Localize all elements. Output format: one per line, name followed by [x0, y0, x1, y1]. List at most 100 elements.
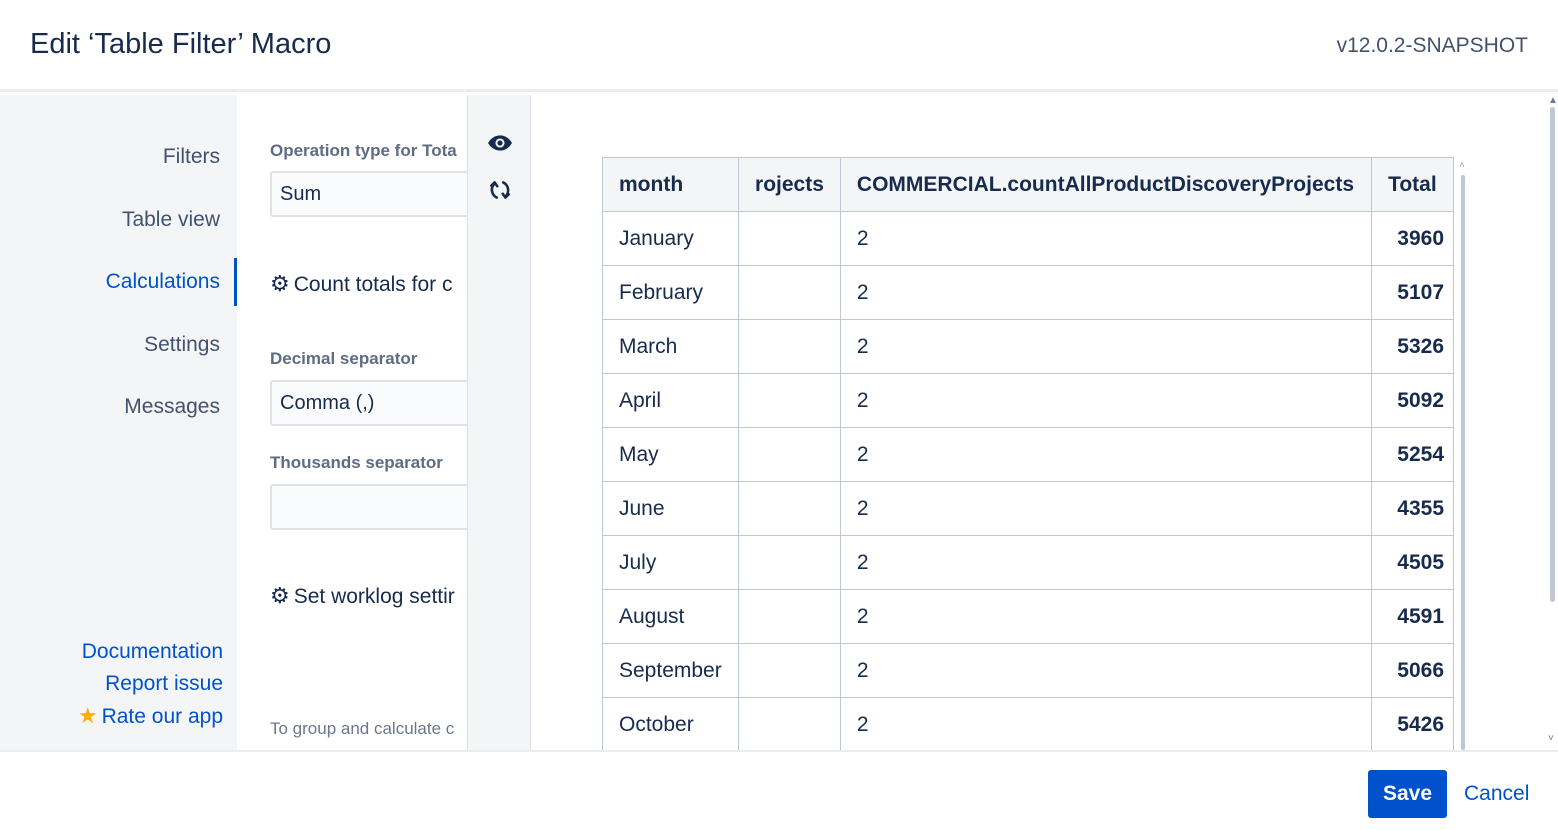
commercial-cell: 2 — [839, 373, 1373, 428]
total-cell: 4355 — [1371, 481, 1454, 536]
sidebar-item-messages[interactable]: Messages — [124, 395, 220, 419]
column-header-month[interactable]: month — [602, 157, 740, 212]
eye-icon[interactable] — [487, 130, 513, 156]
commercial-cell: 2 — [839, 589, 1373, 644]
projects-cell — [738, 697, 841, 750]
total-cell: 5066 — [1371, 643, 1454, 698]
month-cell: September — [602, 643, 740, 698]
month-cell: March — [602, 319, 740, 374]
commercial-cell: 2 — [839, 481, 1373, 536]
commercial-cell: 2 — [839, 643, 1373, 698]
active-nav-indicator — [234, 258, 237, 306]
calculations-settings-panel: Operation type for Tota Sum ⚙ Count total… — [240, 95, 467, 750]
table-preview: month rojects COMMERCIAL.countAllProduct… — [531, 95, 1558, 750]
table-row: September 2 5066 — [602, 643, 1454, 698]
commercial-cell: 2 — [839, 535, 1373, 590]
count-totals-settings[interactable]: ⚙ Count totals for c — [270, 271, 452, 297]
total-cell: 5426 — [1371, 697, 1454, 750]
commercial-cell: 2 — [839, 265, 1373, 320]
gear-icon: ⚙ — [270, 271, 290, 296]
sidebar-item-filters[interactable]: Filters — [163, 145, 220, 169]
projects-cell — [738, 265, 841, 320]
projects-cell — [738, 211, 841, 266]
preview-table: month rojects COMMERCIAL.countAllProduct… — [602, 157, 1454, 750]
sidebar-item-settings[interactable]: Settings — [144, 333, 220, 357]
projects-cell — [738, 535, 841, 590]
projects-cell — [738, 319, 841, 374]
table-scrollbar[interactable]: ˄ — [1459, 160, 1467, 752]
sidebar-item-table-view[interactable]: Table view — [122, 208, 220, 232]
dialog-scrollbar-thumb[interactable] — [1550, 107, 1555, 602]
table-row: August 2 4591 — [602, 589, 1454, 644]
month-cell: August — [602, 589, 740, 644]
total-cell: 4591 — [1371, 589, 1454, 644]
refresh-icon[interactable] — [487, 177, 513, 203]
table-header-row: month rojects COMMERCIAL.countAllProduct… — [602, 157, 1454, 212]
column-header-total[interactable]: Total — [1371, 157, 1454, 212]
month-cell: May — [602, 427, 740, 482]
month-cell: February — [602, 265, 740, 320]
table-row: March 2 5326 — [602, 319, 1454, 374]
month-cell: April — [602, 373, 740, 428]
rate-app-label: Rate our app — [101, 705, 223, 728]
sidebar-item-calculations[interactable]: Calculations — [106, 270, 220, 294]
version-label: v12.0.2-SNAPSHOT — [1336, 34, 1528, 57]
count-totals-label: Count totals for c — [293, 273, 453, 296]
decimal-separator-select[interactable]: Comma (,) — [270, 380, 467, 426]
star-icon: ★ — [77, 703, 98, 728]
table-row: May 2 5254 — [602, 427, 1454, 482]
dialog-title: Edit ‘Table Filter’ Macro — [30, 28, 332, 60]
documentation-link[interactable]: Documentation — [82, 640, 223, 664]
worklog-label: Set worklog settir — [293, 585, 455, 608]
rate-app-link[interactable]: ★ Rate our app — [78, 703, 223, 729]
commercial-cell: 2 — [839, 319, 1373, 374]
total-cell: 5326 — [1371, 319, 1454, 374]
commercial-cell: 2 — [839, 427, 1373, 482]
projects-cell — [738, 481, 841, 536]
table-scrollbar-thumb[interactable] — [1461, 175, 1465, 750]
grouping-hint: To group and calculate c — [270, 719, 455, 738]
commercial-cell: 2 — [839, 697, 1373, 750]
table-row: July 2 4505 — [602, 535, 1454, 590]
table-row: June 2 4355 — [602, 481, 1454, 536]
report-issue-link[interactable]: Report issue — [105, 672, 223, 696]
sidebar: Filters Table view Calculations Settings… — [0, 95, 237, 750]
table-row: April 2 5092 — [602, 373, 1454, 428]
total-cell: 5092 — [1371, 373, 1454, 428]
dialog-header: Edit ‘Table Filter’ Macro v12.0.2-SNAPSH… — [0, 0, 1558, 92]
operation-type-label: Operation type for Tota — [270, 141, 457, 160]
month-cell: July — [602, 535, 740, 590]
worklog-settings[interactable]: ⚙ Set worklog settir — [270, 583, 455, 609]
preview-toolbar — [467, 95, 531, 750]
month-cell: June — [602, 481, 740, 536]
gear-icon: ⚙ — [270, 583, 290, 608]
chevron-down-icon[interactable]: ˅ — [1548, 733, 1554, 744]
chevron-up-icon[interactable]: ▲ — [1548, 95, 1558, 106]
chevron-up-icon[interactable]: ˄ — [1459, 160, 1465, 171]
month-cell: January — [602, 211, 740, 266]
save-button[interactable]: Save — [1368, 770, 1447, 818]
total-cell: 5254 — [1371, 427, 1454, 482]
projects-cell — [738, 643, 841, 698]
projects-cell — [738, 589, 841, 644]
table-row: October 2 5426 — [602, 697, 1454, 750]
table-row: January 2 3960 — [602, 211, 1454, 266]
thousands-separator-label: Thousands separator — [270, 453, 443, 472]
preview-table-wrapper: month rojects COMMERCIAL.countAllProduct… — [602, 157, 1454, 750]
month-cell: October — [602, 697, 740, 750]
dialog-scrollbar[interactable]: ▲ ˅ — [1546, 95, 1558, 750]
column-header-commercial[interactable]: COMMERCIAL.countAllProductDiscoveryProje… — [839, 157, 1373, 212]
thousands-separator-input[interactable] — [270, 484, 467, 530]
projects-cell — [738, 427, 841, 482]
total-cell: 5107 — [1371, 265, 1454, 320]
projects-cell — [738, 373, 841, 428]
column-header-projects[interactable]: rojects — [738, 157, 841, 212]
total-cell: 3960 — [1371, 211, 1454, 266]
operation-type-select[interactable]: Sum — [270, 171, 467, 217]
total-cell: 4505 — [1371, 535, 1454, 590]
dialog-body: Filters Table view Calculations Settings… — [0, 95, 1558, 750]
dialog-footer: Save Cancel — [0, 750, 1558, 830]
commercial-cell: 2 — [839, 211, 1373, 266]
table-row: February 2 5107 — [602, 265, 1454, 320]
cancel-button[interactable]: Cancel — [1456, 770, 1537, 818]
